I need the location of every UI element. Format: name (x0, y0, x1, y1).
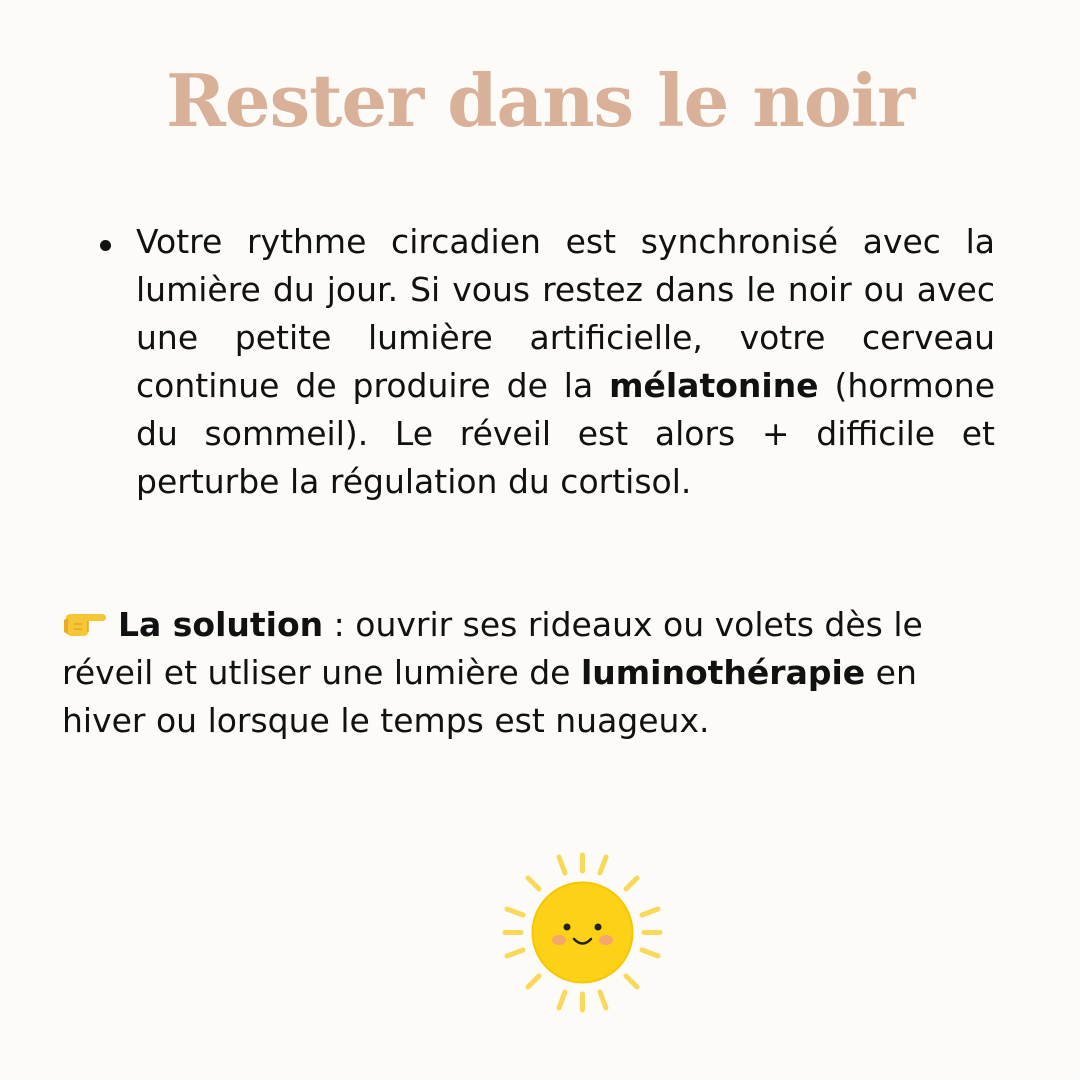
bullet-bold-term: mélatonine (609, 366, 819, 405)
smiling-sun-icon (502, 852, 663, 1013)
page-title: Rester dans le noir (165, 58, 915, 143)
solution-paragraph: La solution : ouvrir ses rideaux ou vole… (62, 601, 997, 745)
bullet-paragraph: Votre rythme circadien est synchronisé a… (100, 218, 995, 506)
pointing-hand-icon (62, 603, 108, 636)
bullet-text: Votre rythme circadien est synchronisé a… (136, 218, 995, 506)
solution-bold-term: luminothérapie (580, 653, 866, 692)
solution-label: La solution (118, 605, 324, 644)
bullet-dot (100, 240, 111, 251)
